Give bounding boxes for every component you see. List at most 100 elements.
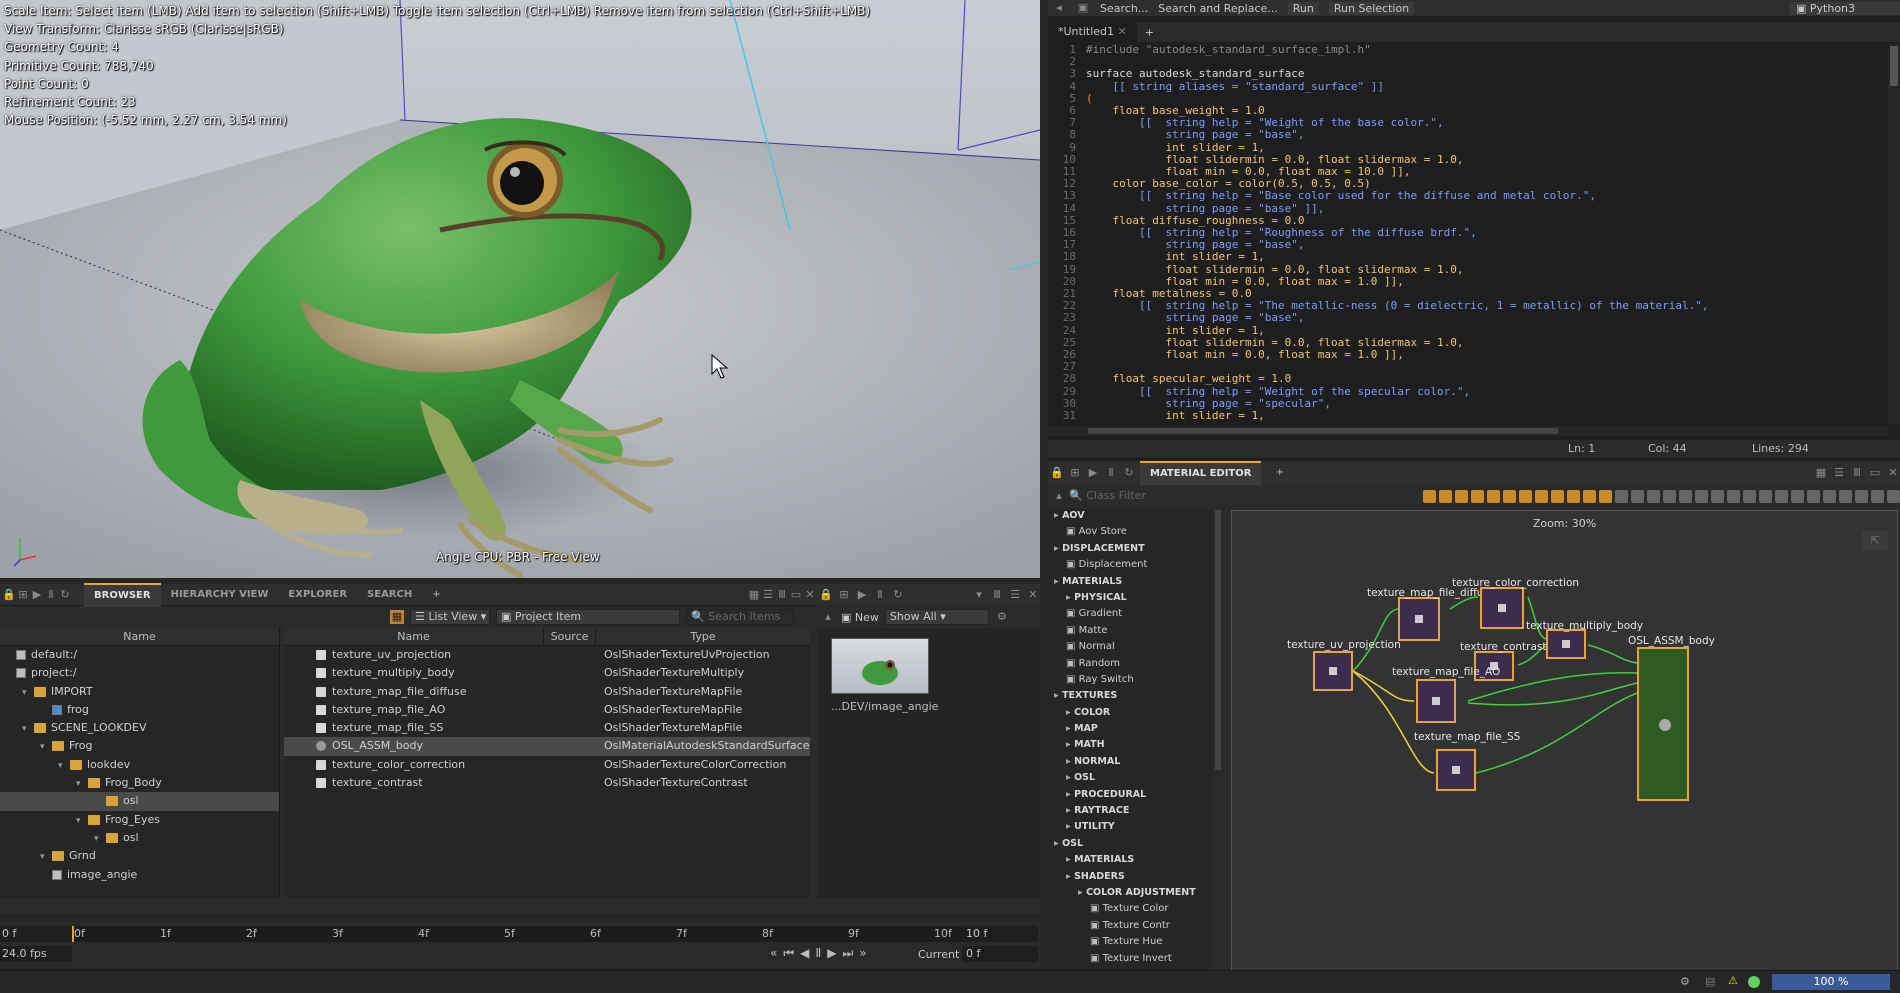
class-category[interactable]: ▸ OSL: [1048, 836, 1213, 852]
node-texture-map-file-diffuse[interactable]: [1398, 597, 1440, 641]
node-tool-icon[interactable]: [1471, 489, 1484, 503]
class-category[interactable]: ▸ DISPLACEMENT: [1048, 541, 1213, 557]
node-tool-icon[interactable]: [1535, 489, 1548, 503]
lock-icon[interactable]: 🔒: [819, 588, 833, 602]
expand-caret-icon[interactable]: ▾: [76, 775, 88, 793]
col-name[interactable]: Name: [284, 628, 544, 645]
tree-item[interactable]: ▾ Frog_Eyes: [0, 811, 279, 829]
tree-item[interactable]: ▾ IMPORT: [0, 683, 279, 701]
node-texture-map-file-ao[interactable]: [1416, 679, 1456, 723]
tree-item[interactable]: image_angie: [0, 866, 279, 884]
layout-cols-icon[interactable]: Ⅲ: [1850, 466, 1864, 480]
class-item[interactable]: ▣ Displacement: [1048, 557, 1213, 573]
node-tool-icon[interactable]: [1759, 489, 1772, 503]
class-category[interactable]: ▸ MAP: [1048, 721, 1213, 737]
node-tool-icon[interactable]: [1695, 489, 1708, 503]
close-panel-icon[interactable]: ✕: [1026, 588, 1040, 602]
next-key-icon[interactable]: ⏭: [843, 946, 854, 961]
class-item[interactable]: ▣ Normal: [1048, 639, 1213, 655]
network-icon[interactable]: ⚙: [1680, 975, 1690, 988]
node-texture-color-correction[interactable]: [1480, 587, 1524, 629]
tree-item[interactable]: ▾ Frog_Body: [0, 774, 279, 792]
stop-icon[interactable]: Ⅱ: [815, 946, 821, 961]
code-scrollbar[interactable]: [1888, 44, 1900, 424]
node-tool-icon[interactable]: [1775, 489, 1788, 503]
pause-icon[interactable]: Ⅱ: [44, 588, 58, 602]
list-item[interactable]: texture_map_file_AO OslShaderTextureMapFi…: [284, 701, 810, 719]
timeline-ruler[interactable]: 0f 1f 2f 3f 4f 5f 6f 7f 8f 9f 10f: [72, 926, 962, 942]
filter-dropdown[interactable]: ▣ Project Item: [496, 609, 680, 625]
node-texture-multiply-body[interactable]: [1546, 629, 1586, 659]
node-tool-icon[interactable]: [1647, 489, 1660, 503]
layout-cols-icon[interactable]: Ⅲ: [775, 588, 789, 602]
class-item[interactable]: ▣ Random: [1048, 656, 1213, 672]
expand-caret-icon[interactable]: ▾: [40, 848, 52, 866]
view-mode-dropdown[interactable]: ☰ List View ▾: [410, 609, 490, 625]
node-tool-icon[interactable]: [1839, 489, 1852, 503]
pin-icon[interactable]: ⊞: [16, 588, 30, 602]
node-tool-icon[interactable]: [1455, 489, 1468, 503]
timeline-start-field[interactable]: 0 f: [0, 926, 72, 942]
tree-item[interactable]: ▾ Grnd: [0, 847, 279, 865]
class-item[interactable]: ▣ Texture Invert: [1048, 951, 1213, 967]
expand-caret-icon[interactable]: ▾: [22, 720, 34, 738]
list-mode-icon[interactable]: ▦: [390, 610, 404, 624]
node-tool-icon[interactable]: [1871, 489, 1884, 503]
arrow-up-icon[interactable]: ▴: [1052, 489, 1066, 503]
pause-icon[interactable]: Ⅱ: [873, 588, 887, 602]
node-tool-icon[interactable]: [1711, 489, 1724, 503]
save-icon[interactable]: ▣: [1076, 1, 1090, 15]
node-tool-icon[interactable]: [1519, 489, 1532, 503]
node-tool-icon[interactable]: [1439, 489, 1452, 503]
run-selection-button[interactable]: Run Selection: [1328, 1, 1415, 15]
node-tool-icon[interactable]: [1823, 489, 1836, 503]
play-icon[interactable]: ▶: [855, 588, 869, 602]
class-category[interactable]: ▸ MATERIALS: [1048, 574, 1213, 590]
lock-icon[interactable]: 🔒: [2, 588, 16, 602]
class-category[interactable]: ▸ OSL: [1048, 770, 1213, 786]
expand-caret-icon[interactable]: ▾: [58, 757, 70, 775]
image-angie-thumbnail[interactable]: [831, 638, 929, 694]
node-texture-uv-projection[interactable]: [1313, 651, 1353, 691]
class-item[interactable]: ▣ Gradient: [1048, 606, 1213, 622]
list-item[interactable]: texture_map_file_SS OslShaderTextureMapFi…: [284, 719, 810, 737]
class-item[interactable]: ▣ Texture Hue: [1048, 934, 1213, 950]
warning-icon[interactable]: ⚠: [1728, 974, 1738, 987]
node-tool-icon[interactable]: [1727, 489, 1740, 503]
tab-search[interactable]: SEARCH: [357, 584, 422, 606]
refresh-icon[interactable]: ↻: [1122, 466, 1136, 480]
expand-caret-icon[interactable]: ▾: [22, 684, 34, 702]
settings-icon[interactable]: ⚙: [995, 610, 1009, 624]
expand-caret-icon[interactable]: ▾: [94, 830, 106, 848]
class-category[interactable]: ▸ COLOR ADJUSTMENT: [1048, 885, 1213, 901]
code-hscrollbar[interactable]: [1048, 426, 1888, 436]
refresh-icon[interactable]: ↻: [891, 588, 905, 602]
search-replace-button[interactable]: Search and Replace...: [1158, 2, 1277, 15]
class-list-scrollbar[interactable]: [1213, 508, 1223, 974]
node-tool-icon[interactable]: [1663, 489, 1676, 503]
run-button[interactable]: Run: [1287, 1, 1319, 15]
current-frame-field[interactable]: 0 f: [962, 946, 1038, 962]
play-icon[interactable]: ▶: [30, 588, 44, 602]
node-osl-assm-body[interactable]: [1637, 647, 1689, 801]
search-button[interactable]: Search...: [1100, 2, 1148, 15]
fps-field[interactable]: 24.0 fps: [0, 946, 72, 962]
pin-icon[interactable]: ⊞: [837, 588, 851, 602]
expand-caret-icon[interactable]: ▾: [76, 812, 88, 830]
layout-rows-icon[interactable]: ☰: [1832, 466, 1846, 480]
first-frame-icon[interactable]: «: [770, 946, 777, 961]
tab-untitled1[interactable]: *Untitled1 ✕: [1048, 22, 1137, 42]
arrow-up-icon[interactable]: ▴: [821, 610, 835, 624]
node-tool-icon[interactable]: [1583, 489, 1596, 503]
prev-key-icon[interactable]: ⏮: [783, 946, 794, 961]
pause-icon[interactable]: Ⅱ: [1104, 466, 1118, 480]
node-tool-icon[interactable]: [1615, 489, 1628, 503]
tree-item[interactable]: ▾ osl: [0, 829, 279, 847]
list-item[interactable]: OSL_ASSM_body OslMaterialAutodeskStandard…: [284, 737, 810, 756]
add-tab-button[interactable]: +: [422, 584, 450, 606]
pin-icon[interactable]: ⊞: [1068, 466, 1082, 480]
node-tool-icon[interactable]: [1503, 489, 1516, 503]
dropdown-icon[interactable]: ▾: [972, 588, 986, 602]
show-dropdown[interactable]: Show All ▾: [884, 609, 989, 625]
class-item[interactable]: ▣ Texture Contr: [1048, 918, 1213, 934]
